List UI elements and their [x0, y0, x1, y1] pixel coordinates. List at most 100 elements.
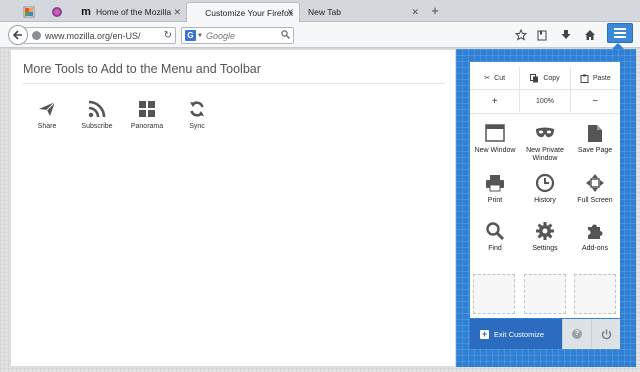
- print-button[interactable]: Print: [472, 172, 518, 205]
- window-icon: [485, 124, 505, 142]
- home-icon[interactable]: [583, 28, 597, 42]
- divider: [23, 83, 445, 84]
- tab-title: Customize Your Firefox: [205, 7, 293, 18]
- zoom-in-button[interactable]: +: [470, 90, 519, 112]
- item-label: New Private Window: [526, 147, 564, 162]
- magnifier-icon: [486, 222, 505, 241]
- zoom-out-button[interactable]: −: [569, 90, 620, 112]
- tool-label: Sync: [189, 123, 205, 130]
- share-icon: [39, 101, 56, 116]
- tab-pinned-firefox[interactable]: [46, 2, 72, 22]
- google-icon[interactable]: G: [185, 30, 196, 41]
- tab-pinned-customize[interactable]: [18, 2, 44, 22]
- panel-contents: ✂ Cut Copy Paste + 100% − New Window New…: [470, 62, 620, 318]
- paste-button[interactable]: Paste: [569, 67, 620, 89]
- customize-palette: More Tools to Add to the Menu and Toolba…: [10, 49, 456, 367]
- new-private-window-button[interactable]: New Private Window: [522, 122, 568, 163]
- copy-icon: [530, 73, 539, 82]
- empty-slot[interactable]: [524, 274, 566, 314]
- back-button[interactable]: [8, 25, 28, 45]
- item-label: History: [534, 197, 556, 204]
- tab-title: Home of the Mozilla: [96, 7, 172, 17]
- paste-icon: [580, 74, 589, 83]
- divider: [470, 113, 620, 114]
- find-button[interactable]: Find: [472, 220, 518, 253]
- tab-strip: m Home of the Mozilla ✕ Customize Your F…: [0, 0, 640, 22]
- exit-customize-label: Exit Customize: [494, 329, 545, 339]
- settings-button[interactable]: Settings: [522, 220, 568, 253]
- panorama-icon: [139, 101, 155, 117]
- tool-panorama[interactable]: Panorama: [124, 98, 170, 130]
- scissors-icon: ✂: [484, 75, 491, 82]
- globe-icon: [32, 31, 41, 40]
- customize-icon: [23, 6, 35, 18]
- hamburger-icon: [614, 28, 626, 38]
- help-button[interactable]: ?: [562, 319, 591, 349]
- add-ons-button[interactable]: Add-ons: [572, 220, 618, 253]
- tab-customize[interactable]: Customize Your Firefox ✕: [186, 2, 300, 22]
- sync-icon: [190, 101, 204, 117]
- palette-heading: More Tools to Add to the Menu and Toolba…: [23, 62, 261, 76]
- help-icon: ?: [572, 329, 582, 339]
- item-label: New Window: [474, 147, 516, 154]
- menu-panel: ✂ Cut Copy Paste + 100% − New Window New…: [456, 49, 636, 367]
- reload-icon[interactable]: ↻: [164, 30, 172, 41]
- item-label: Save Page: [577, 147, 613, 154]
- item-label: Print: [487, 197, 503, 204]
- back-arrow-icon: [13, 30, 22, 40]
- mask-icon: [536, 127, 554, 138]
- gear-icon: [536, 222, 554, 240]
- search-bar[interactable]: G ▼: [181, 27, 294, 44]
- tab-title: New Tab: [308, 7, 341, 17]
- plus-icon: +: [480, 328, 489, 339]
- close-icon[interactable]: ✕: [286, 7, 294, 18]
- tool-subscribe[interactable]: Subscribe: [74, 98, 120, 130]
- new-tab-button[interactable]: +: [427, 3, 443, 19]
- panel-footer: + Exit Customize ?: [470, 319, 620, 349]
- empty-slot[interactable]: [473, 274, 515, 314]
- tab-new-tab[interactable]: New Tab ✕: [302, 2, 424, 22]
- chevron-down-icon[interactable]: ▼: [197, 33, 203, 39]
- downloads-icon[interactable]: [559, 28, 573, 42]
- paste-label: Paste: [592, 74, 611, 82]
- url-bar[interactable]: www.mozilla.org/en-US/ ↻: [24, 27, 176, 44]
- copy-label: Copy: [543, 74, 560, 82]
- power-icon: [601, 329, 611, 339]
- edit-controls: ✂ Cut Copy Paste: [470, 67, 620, 89]
- item-label: Full Screen: [577, 197, 613, 204]
- item-label: Settings: [532, 245, 558, 252]
- mozilla-icon: m: [81, 6, 91, 18]
- tool-label: Subscribe: [81, 123, 113, 130]
- exit-customize-button[interactable]: + Exit Customize: [470, 319, 562, 349]
- copy-button[interactable]: Copy: [519, 67, 569, 89]
- bookmark-star-icon[interactable]: [514, 28, 528, 42]
- cut-label: Cut: [494, 74, 506, 82]
- tool-label: Panorama: [130, 123, 164, 130]
- search-input[interactable]: [205, 30, 286, 41]
- page-icon: [588, 124, 602, 142]
- puzzle-icon: [588, 224, 603, 239]
- firefox-icon: [51, 6, 63, 18]
- cut-button[interactable]: ✂ Cut: [470, 67, 519, 89]
- quit-button[interactable]: [591, 319, 620, 349]
- url-text: www.mozilla.org/en-US/: [45, 30, 141, 41]
- empty-slot[interactable]: [574, 274, 616, 314]
- history-button[interactable]: History: [522, 172, 568, 205]
- save-page-button[interactable]: Save Page: [572, 122, 618, 155]
- item-label: Find: [488, 245, 502, 252]
- tool-sync[interactable]: Sync: [174, 98, 220, 130]
- search-icon[interactable]: [281, 30, 290, 41]
- item-label: Add-ons: [581, 245, 609, 252]
- menu-button[interactable]: [607, 23, 633, 43]
- tool-label: Share: [37, 123, 57, 130]
- tool-share[interactable]: Share: [24, 98, 70, 130]
- close-icon[interactable]: ✕: [173, 7, 181, 18]
- full-screen-button[interactable]: Full Screen: [572, 172, 618, 205]
- tab-mozilla[interactable]: m Home of the Mozilla ✕: [74, 2, 186, 22]
- new-window-button[interactable]: New Window: [472, 122, 518, 155]
- rss-icon: [88, 100, 106, 118]
- zoom-reset-button[interactable]: 100%: [519, 90, 569, 112]
- close-icon[interactable]: ✕: [411, 7, 419, 18]
- navigation-toolbar: www.mozilla.org/en-US/ ↻ G ▼: [0, 22, 640, 48]
- bookmarks-menu-icon[interactable]: [535, 28, 549, 42]
